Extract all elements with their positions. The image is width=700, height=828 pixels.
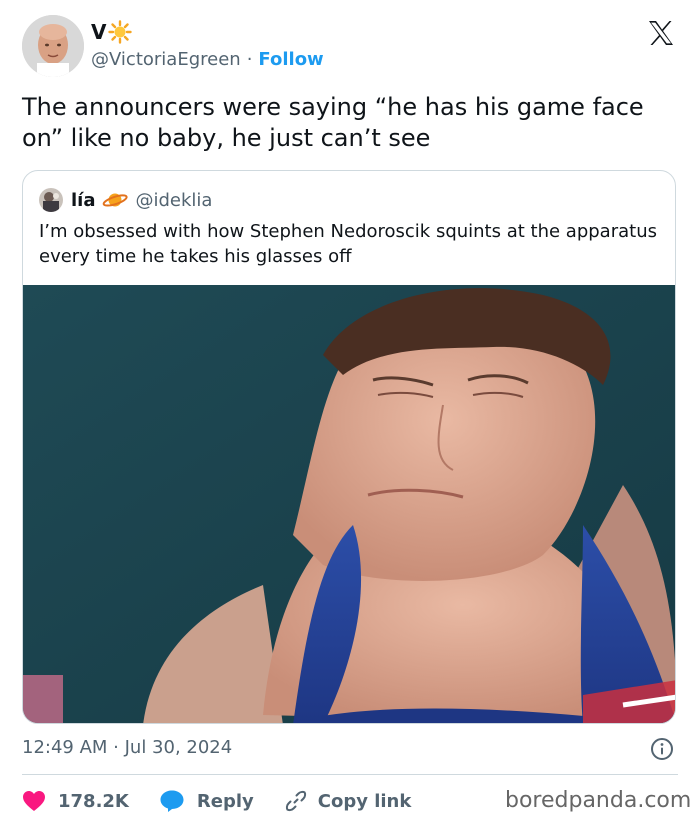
tweet-timestamp[interactable]: 12:49 AM · Jul 30, 2024 bbox=[22, 736, 232, 760]
heart-icon bbox=[23, 791, 45, 811]
author-name-row[interactable]: V bbox=[91, 18, 133, 46]
author-avatar-image bbox=[22, 15, 84, 77]
quoted-author-handle[interactable]: @ideklia bbox=[136, 190, 213, 211]
separator-dot: · bbox=[246, 49, 253, 70]
author-handle[interactable]: @VictoriaEgreen bbox=[91, 48, 241, 72]
watermark-text: boredpanda.com bbox=[505, 788, 692, 813]
follow-button[interactable]: Follow bbox=[258, 48, 323, 72]
reply-label: Reply bbox=[196, 790, 254, 812]
link-icon bbox=[285, 790, 306, 812]
reply-bubble-icon bbox=[160, 790, 184, 812]
quoted-author-avatar-image bbox=[39, 188, 63, 212]
like-count: 178.2K bbox=[58, 790, 129, 812]
quoted-tweet-header: lía @ideklia bbox=[39, 187, 212, 213]
author-handle-row: @VictoriaEgreen · Follow bbox=[91, 48, 324, 72]
quoted-tweet-card[interactable]: lía @ideklia I’m obsessed with how Steph… bbox=[22, 170, 676, 724]
sun-emoji-icon bbox=[108, 20, 133, 44]
planet-emoji-icon bbox=[102, 193, 128, 207]
copy-link-button[interactable]: Copy link bbox=[284, 789, 412, 813]
tweet-text: The announcers were saying “he has his g… bbox=[22, 93, 644, 152]
copy-link-label: Copy link bbox=[317, 790, 412, 812]
quoted-tweet-photo[interactable] bbox=[23, 285, 676, 724]
reply-button[interactable]: Reply bbox=[159, 789, 254, 813]
author-display-name[interactable]: V bbox=[91, 18, 106, 46]
quoted-tweet-text: I’m obsessed with how Stephen Nedoroscik… bbox=[39, 221, 657, 267]
divider bbox=[22, 774, 678, 775]
author-avatar[interactable] bbox=[22, 15, 84, 77]
info-icon[interactable] bbox=[650, 737, 674, 761]
quoted-author-name[interactable]: lía bbox=[71, 190, 96, 211]
like-button[interactable]: 178.2K bbox=[22, 790, 129, 812]
x-logo-icon[interactable] bbox=[646, 18, 676, 48]
action-bar: 178.2K Reply Copy link bbox=[22, 786, 441, 816]
quoted-author-avatar[interactable] bbox=[39, 188, 63, 212]
